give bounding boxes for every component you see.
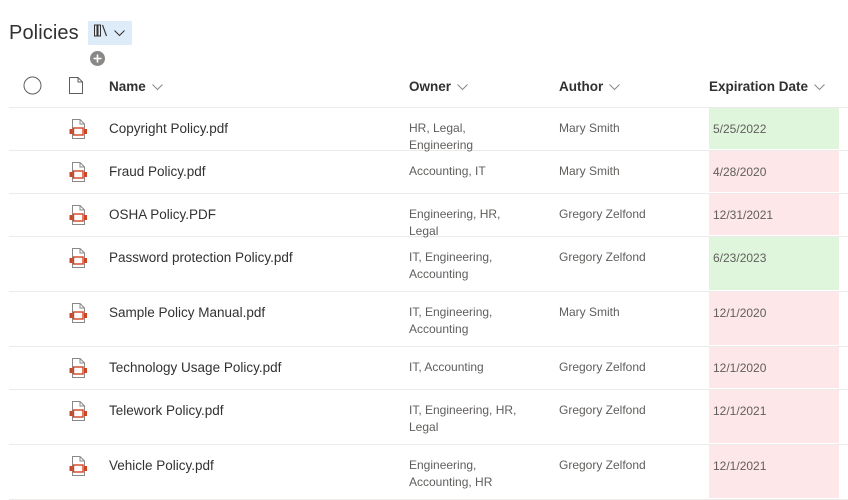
expiration-date-cell: 6/23/2023 — [709, 237, 839, 290]
column-header-label: Name — [109, 79, 146, 94]
file-name-link[interactable]: Telework Policy.pdf — [109, 402, 224, 419]
file-name-link[interactable]: Sample Policy Manual.pdf — [109, 304, 265, 321]
expiration-date-value: 12/1/2020 — [713, 306, 767, 320]
owner-text-line: Engineering, — [409, 458, 477, 472]
pdf-file-icon — [69, 205, 87, 230]
file-name-link[interactable]: Copyright Policy.pdf — [109, 120, 228, 137]
owner-text-line: HR, Legal, Engineering — [409, 121, 474, 152]
owner-cell: IT, Engineering, Accounting — [409, 304, 529, 338]
document-icon — [69, 76, 83, 97]
page-header: Policies — [9, 19, 132, 47]
view-switcher-button[interactable] — [87, 21, 132, 45]
add-column-button[interactable] — [90, 51, 105, 66]
list-header: Name Owner Author Expiration Date — [9, 66, 848, 108]
chevron-down-icon — [114, 24, 126, 42]
expiration-date-value: 12/1/2020 — [713, 361, 767, 375]
column-header-label: Owner — [409, 79, 452, 94]
owner-text-line: Accounting, IT — [409, 164, 486, 178]
pdf-file-icon — [69, 162, 87, 187]
pdf-file-icon — [69, 119, 87, 144]
file-name-link[interactable]: Technology Usage Policy.pdf — [109, 359, 281, 376]
library-icon — [94, 24, 109, 42]
pdf-file-icon — [69, 303, 87, 328]
expiration-date-value: 12/1/2021 — [713, 459, 767, 473]
author-cell: Gregory Zelfond — [559, 458, 646, 472]
owner-text-line: IT, Engineering, — [409, 305, 493, 319]
owner-text-line: Accounting — [409, 322, 469, 336]
plus-icon — [93, 50, 102, 68]
author-cell: Mary Smith — [559, 305, 620, 319]
chevron-down-icon — [457, 79, 468, 94]
owner-cell: Engineering, HR, Legal — [409, 206, 529, 240]
pdf-file-icon — [69, 358, 87, 383]
expiration-date-cell: 12/31/2021 — [709, 194, 839, 235]
file-name-link[interactable]: Password protection Policy.pdf — [109, 249, 293, 266]
expiration-date-value: 12/31/2021 — [713, 208, 774, 222]
expiration-date-value: 12/1/2021 — [713, 404, 767, 418]
chevron-down-icon — [609, 79, 621, 94]
expiration-date-value: 4/28/2020 — [713, 165, 767, 179]
owner-cell: IT, Engineering, Accounting — [409, 249, 529, 283]
circle-check-icon — [23, 76, 42, 98]
column-header-author[interactable]: Author — [559, 66, 621, 107]
select-all-checkbox[interactable] — [23, 66, 42, 107]
pdf-file-icon — [69, 401, 87, 426]
owner-cell: IT, Accounting — [409, 359, 529, 376]
owner-text-line: Accounting — [409, 267, 469, 281]
page-title: Policies — [9, 21, 79, 44]
owner-text-line: Engineering, HR, Legal — [409, 207, 501, 238]
table-row[interactable]: Sample Policy Manual.pdf IT, Engineering,… — [9, 292, 848, 347]
document-list: Name Owner Author Expiration Date Copyri… — [9, 66, 848, 500]
author-cell: Gregory Zelfond — [559, 403, 646, 417]
table-row[interactable]: Password protection Policy.pdf IT, Engine… — [9, 237, 848, 292]
expiration-date-value: 5/25/2022 — [713, 122, 767, 136]
expiration-date-cell: 12/1/2020 — [709, 347, 839, 388]
expiration-date-cell: 12/1/2020 — [709, 292, 839, 345]
column-header-expiration-date[interactable]: Expiration Date — [709, 66, 825, 107]
expiration-date-cell: 5/25/2022 — [709, 108, 839, 149]
author-cell: Mary Smith — [559, 121, 620, 135]
column-header-name[interactable]: Name — [109, 66, 163, 107]
pdf-file-icon — [69, 248, 87, 273]
file-name-link[interactable]: OSHA Policy.PDF — [109, 206, 216, 223]
column-header-label: Expiration Date — [709, 79, 809, 94]
owner-cell: IT, Engineering, HR, Legal — [409, 402, 529, 436]
expiration-date-cell: 4/28/2020 — [709, 151, 839, 192]
author-cell: Gregory Zelfond — [559, 360, 646, 374]
author-cell: Gregory Zelfond — [559, 207, 646, 221]
list-body: Copyright Policy.pdf HR, Legal, Engineeri… — [9, 108, 848, 500]
author-cell: Gregory Zelfond — [559, 250, 646, 264]
expiration-date-cell: 12/1/2021 — [709, 390, 839, 443]
table-row[interactable]: Vehicle Policy.pdf Engineering, Accounting… — [9, 445, 848, 500]
pdf-file-icon — [69, 456, 87, 481]
author-cell: Mary Smith — [559, 164, 620, 178]
table-row[interactable]: Copyright Policy.pdf HR, Legal, Engineeri… — [9, 108, 848, 154]
column-header-owner[interactable]: Owner — [409, 66, 468, 107]
owner-text-line: Legal — [409, 420, 439, 434]
owner-text-line: Accounting, HR — [409, 475, 493, 489]
column-header-label: Author — [559, 79, 604, 94]
owner-text-line: IT, Accounting — [409, 360, 484, 374]
table-row[interactable]: OSHA Policy.PDF Engineering, HR, Legal Gre… — [9, 194, 848, 240]
owner-text-line: IT, Engineering, HR, — [409, 403, 517, 417]
chevron-down-icon — [814, 79, 825, 94]
file-type-header[interactable] — [69, 66, 83, 107]
chevron-down-icon — [151, 79, 163, 94]
table-row[interactable]: Telework Policy.pdf IT, Engineering, HR, L… — [9, 390, 848, 445]
owner-text-line: IT, Engineering, — [409, 250, 493, 264]
table-row[interactable]: Fraud Policy.pdf Accounting, IT Mary Smith… — [9, 151, 848, 194]
expiration-date-value: 6/23/2023 — [713, 251, 767, 265]
file-name-link[interactable]: Fraud Policy.pdf — [109, 163, 206, 180]
owner-cell: Engineering, Accounting, HR — [409, 457, 529, 491]
table-row[interactable]: Technology Usage Policy.pdf IT, Accountin… — [9, 347, 848, 390]
expiration-date-cell: 12/1/2021 — [709, 445, 839, 498]
file-name-link[interactable]: Vehicle Policy.pdf — [109, 457, 214, 474]
owner-cell: Accounting, IT — [409, 163, 529, 180]
owner-cell: HR, Legal, Engineering — [409, 120, 529, 154]
